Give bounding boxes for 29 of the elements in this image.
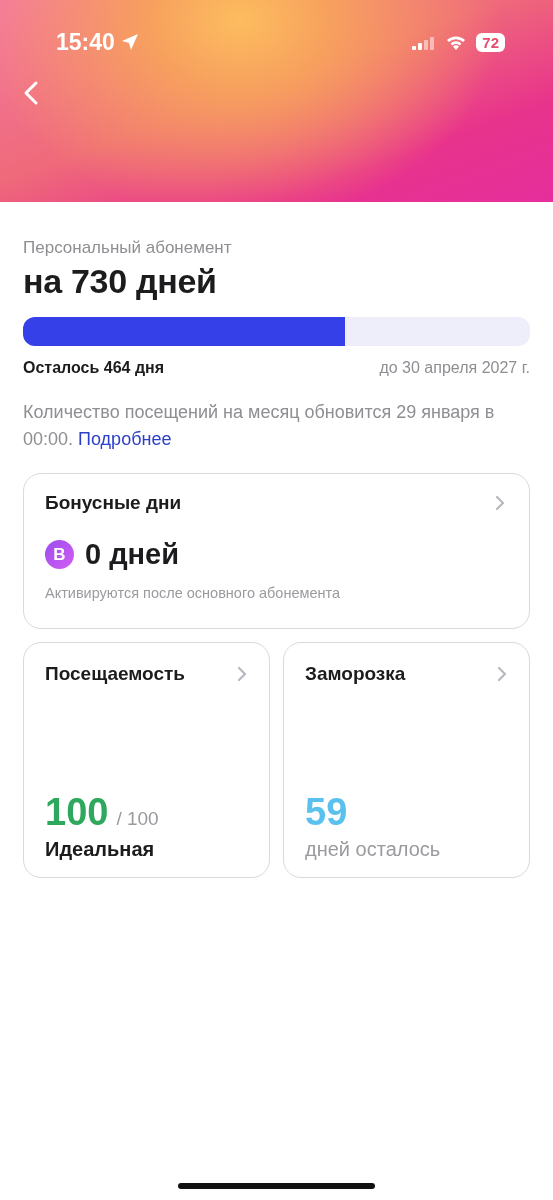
tile-value: 59 [305, 791, 348, 834]
tile-caption: дней осталось [305, 838, 442, 861]
visits-note: Количество посещений на месяц обновится 29 января в 00:00. Подробнее [23, 401, 496, 451]
card-title: Посещаемость [45, 663, 185, 685]
end-date: до 30 апреля 2027 г. [379, 359, 530, 377]
chevron-right-icon [497, 666, 507, 682]
signal-icon [412, 34, 437, 50]
back-icon[interactable] [22, 80, 40, 106]
bonus-value: 0 дней [85, 538, 180, 571]
tile-total: / 100 [116, 808, 159, 830]
chevron-right-icon [495, 495, 505, 511]
battery-level: 72 [476, 32, 505, 52]
card-title: Заморозка [305, 663, 406, 685]
subscription-caption: Персональный абонемент [23, 238, 233, 258]
bonus-card[interactable]: Бонусные дни B 0 дней Активируются после основного абонемента [23, 473, 530, 629]
location-arrow-icon [120, 33, 139, 51]
tile-value: 100 [45, 791, 109, 834]
bonus-badge: B [45, 540, 74, 569]
chevron-right-icon [237, 666, 247, 682]
more-link[interactable]: Подробнее [78, 429, 172, 449]
bonus-hint: Активируются после основного абонемента [45, 585, 342, 601]
wifi-icon [446, 34, 467, 50]
subscription-title: на 730 дней [23, 262, 218, 301]
card-title: Бонусные дни [45, 492, 182, 514]
tile-caption: Идеальная [45, 838, 156, 861]
freeze-card[interactable]: Заморозка 59 дней осталось [283, 642, 530, 878]
clock-time: 15:40 [56, 28, 115, 56]
attendance-card[interactable]: Посещаемость 100 / 100 Идеальная [23, 642, 270, 878]
days-remaining: Осталось 464 дня [23, 359, 165, 377]
